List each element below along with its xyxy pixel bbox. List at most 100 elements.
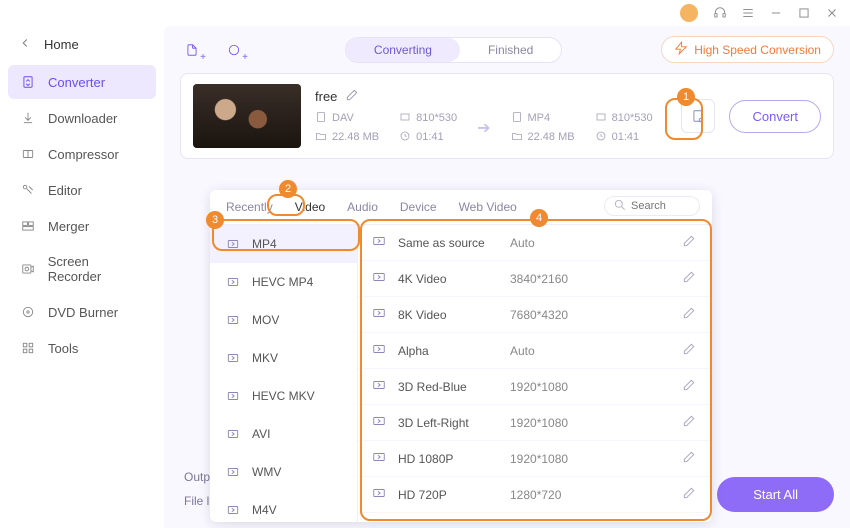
video-icon (372, 378, 388, 395)
clock-icon (399, 130, 411, 145)
sidebar-item-label: Editor (48, 183, 82, 198)
format-wmv[interactable]: WMV (210, 453, 357, 491)
resolution-value: 3840*2160 (510, 272, 672, 286)
resolution-same-as-source[interactable]: Same as source Auto (358, 225, 712, 261)
maximize-icon[interactable] (796, 5, 812, 21)
format-hevc-mkv[interactable]: HEVC MKV (210, 377, 357, 415)
format-icon (224, 349, 242, 367)
tab-finished[interactable]: Finished (460, 38, 561, 62)
dvd-icon (20, 304, 36, 320)
resolution-label: 3D Left-Right (398, 416, 500, 430)
minimize-icon[interactable] (768, 5, 784, 21)
format-search[interactable] (604, 196, 700, 216)
back-home[interactable]: Home (8, 30, 156, 59)
resolution-list: Same as sourceAuto4K Video3840*21608K Vi… (358, 225, 712, 522)
format-avi[interactable]: AVI (210, 415, 357, 453)
format-icon (224, 273, 242, 291)
close-icon[interactable] (824, 5, 840, 21)
popup-tab-web-video[interactable]: Web Video (457, 198, 519, 216)
video-icon (372, 414, 388, 431)
format-mkv[interactable]: MKV (210, 339, 357, 377)
start-all-button[interactable]: Start All (717, 477, 834, 512)
edit-icon[interactable] (682, 378, 698, 395)
video-icon (372, 342, 388, 359)
resolution-label: Same as source (398, 236, 500, 250)
converter-icon (20, 74, 36, 90)
format-icon (224, 501, 242, 519)
tab-converting[interactable]: Converting (346, 38, 460, 62)
sidebar-item-converter[interactable]: Converter (8, 65, 156, 99)
resolution-label: 8K Video (398, 308, 500, 322)
edit-icon[interactable] (682, 306, 698, 323)
rename-icon[interactable] (345, 88, 359, 105)
search-input[interactable] (631, 200, 691, 212)
resolution-hd-1080p[interactable]: HD 1080P1920*1080 (358, 441, 712, 477)
edit-icon[interactable] (682, 270, 698, 287)
folder-icon (511, 130, 523, 145)
sidebar-item-screen-recorder[interactable]: Screen Recorder (8, 245, 156, 293)
sidebar-item-editor[interactable]: Editor (8, 173, 156, 207)
edit-icon[interactable] (682, 486, 698, 503)
resolution-value: 7680*4320 (510, 308, 672, 322)
popup-tab-device[interactable]: Device (398, 198, 439, 216)
tab-switcher: Converting Finished (345, 37, 562, 63)
add-file-button[interactable]: + (180, 39, 204, 61)
resolution-hd-720p[interactable]: HD 720P1280*720 (358, 477, 712, 513)
format-label: HEVC MP4 (252, 275, 313, 289)
headset-icon[interactable] (712, 5, 728, 21)
src-size: 22.48 MB (332, 131, 379, 143)
format-hevc-mp4[interactable]: HEVC MP4 (210, 263, 357, 301)
resolution-8k-video[interactable]: 8K Video 7680*4320 (358, 297, 712, 333)
resolution-label: HD 1080P (398, 452, 500, 466)
main-panel: + + Converting Finished High Speed Conve… (164, 26, 850, 528)
sidebar-item-compressor[interactable]: Compressor (8, 137, 156, 171)
edit-icon[interactable] (682, 450, 698, 467)
avatar[interactable] (680, 4, 698, 22)
bolt-icon (674, 41, 688, 58)
sidebar-item-label: Tools (48, 341, 78, 356)
high-speed-toggle[interactable]: High Speed Conversion (661, 36, 834, 63)
popup-tab-audio[interactable]: Audio (345, 198, 380, 216)
edit-icon[interactable] (682, 342, 698, 359)
resolution-value: Auto (510, 236, 672, 250)
resolution-alpha[interactable]: AlphaAuto (358, 333, 712, 369)
add-folder-button[interactable]: + (222, 39, 246, 61)
convert-button[interactable]: Convert (729, 100, 821, 133)
menu-icon[interactable] (740, 5, 756, 21)
recorder-icon (20, 261, 36, 277)
popup-tab-video[interactable]: Video (293, 198, 327, 216)
title-bar (0, 0, 850, 26)
resolution-3d-left-right[interactable]: 3D Left-Right1920*1080 (358, 405, 712, 441)
format-label: AVI (252, 427, 270, 441)
output-settings-button[interactable] (681, 99, 715, 133)
video-icon (372, 270, 388, 287)
resolution-4k-video[interactable]: 4K Video3840*2160 (358, 261, 712, 297)
search-icon (613, 198, 627, 215)
sidebar-item-label: Compressor (48, 147, 119, 162)
edit-icon[interactable] (682, 414, 698, 431)
video-thumbnail[interactable] (193, 84, 301, 148)
back-label: Home (44, 37, 79, 52)
sidebar-item-dvd-burner[interactable]: DVD Burner (8, 295, 156, 329)
resolution-label: 3D Red-Blue (398, 380, 500, 394)
resolution-label: HD 720P (398, 488, 500, 502)
edit-icon[interactable] (682, 234, 698, 251)
popup-tabs: Recently Video Audio Device Web Video (210, 190, 712, 225)
format-label: MP4 (252, 237, 277, 251)
format-mov[interactable]: MOV (210, 301, 357, 339)
format-mp4[interactable]: MP4 (210, 225, 357, 263)
chevron-left-icon (18, 36, 32, 53)
resolution-value: Auto (510, 344, 672, 358)
format-label: MOV (252, 313, 279, 327)
sidebar-item-label: Converter (48, 75, 105, 90)
sidebar-item-downloader[interactable]: Downloader (8, 101, 156, 135)
sidebar-item-merger[interactable]: Merger (8, 209, 156, 243)
popup-tab-recently[interactable]: Recently (224, 198, 275, 216)
sidebar-item-tools[interactable]: Tools (8, 331, 156, 365)
src-dur: 01:41 (416, 131, 444, 143)
format-m4v[interactable]: M4V (210, 491, 357, 522)
format-icon (224, 387, 242, 405)
resolution-3d-red-blue[interactable]: 3D Red-Blue 1920*1080 (358, 369, 712, 405)
resolution-value: 1920*1080 (510, 380, 672, 394)
sidebar-item-label: Downloader (48, 111, 117, 126)
